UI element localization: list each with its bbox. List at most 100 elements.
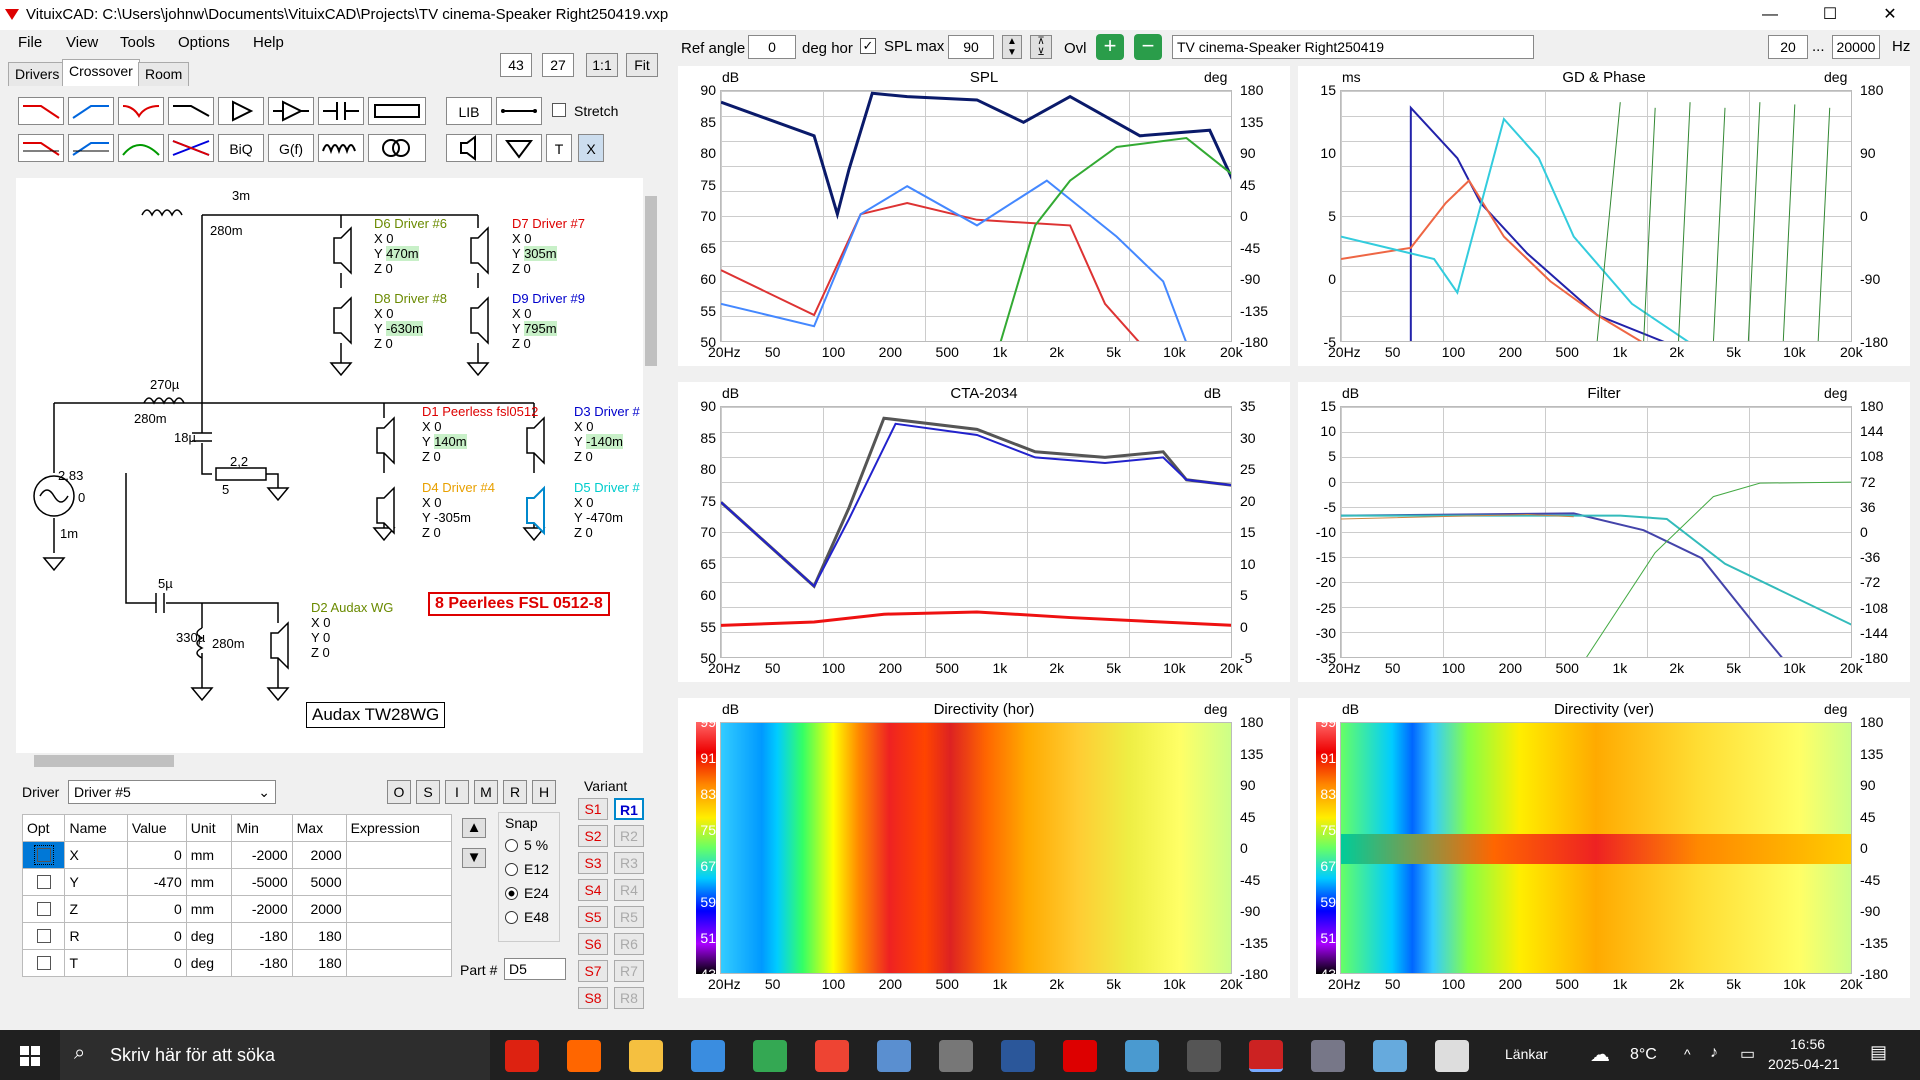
param-max[interactable]: 2000 xyxy=(291,895,347,923)
param-expr[interactable] xyxy=(345,895,453,923)
menu-options[interactable]: Options xyxy=(178,34,230,51)
capacitor-button[interactable] xyxy=(318,97,364,125)
buffer-button[interactable] xyxy=(218,97,264,125)
schematic-vscroll[interactable] xyxy=(643,178,659,748)
plot-spl[interactable]: SPL dB deg 90 85 80 75 70 65 60 55 50 180 135 90 45 0 -45… xyxy=(678,66,1290,366)
radio-button[interactable] xyxy=(505,838,518,852)
param-expr[interactable] xyxy=(345,922,453,950)
volume-icon[interactable]: ♪ xyxy=(1710,1044,1718,1062)
opt-checkbox[interactable] xyxy=(36,956,51,970)
photos-icon[interactable] xyxy=(1125,1040,1159,1072)
param-unit[interactable]: mm xyxy=(185,868,233,896)
param-unit[interactable]: deg xyxy=(185,949,233,977)
opt-checkbox[interactable] xyxy=(33,845,54,865)
overlay-remove-button[interactable]: − xyxy=(1134,34,1162,60)
param-value[interactable]: 0 xyxy=(126,949,187,977)
param-name[interactable]: Y xyxy=(64,868,128,896)
param-value[interactable]: 0 xyxy=(126,922,187,950)
opera-icon[interactable] xyxy=(505,1040,539,1072)
snap-option[interactable]: 5 % xyxy=(499,833,559,857)
variant-r-button[interactable]: R5 xyxy=(614,906,644,928)
opt-checkbox[interactable] xyxy=(36,929,51,943)
variant-s-button[interactable]: S4 xyxy=(578,879,608,901)
plot-area[interactable] xyxy=(1340,406,1852,658)
driver-d9-label[interactable]: D9 Driver #9 X 0 Y 795m Z 0 xyxy=(512,291,585,351)
driver-mode-button[interactable]: O xyxy=(387,780,411,804)
snap-option[interactable]: E24 xyxy=(499,881,559,905)
minimize-button[interactable]: — xyxy=(1740,0,1800,30)
highpass-2-button[interactable] xyxy=(68,134,114,162)
freq-min-input[interactable]: 20 xyxy=(1768,35,1808,59)
stretch-checkbox[interactable] xyxy=(552,103,566,117)
variant-s-button[interactable]: S5 xyxy=(578,906,608,928)
plot-area[interactable] xyxy=(1340,90,1852,342)
wire-button[interactable] xyxy=(496,97,542,125)
column-header[interactable]: Name xyxy=(64,814,128,842)
plot-filter[interactable]: Filter dB deg 15 10 5 0 -5 -10 -15 -20 -25 -30 -35 180… xyxy=(1298,382,1910,682)
driver-d7-label[interactable]: D7 Driver #7 X 0 Y 305m Z 0 xyxy=(512,216,585,276)
spl-max-input[interactable]: 90 xyxy=(948,35,994,59)
fit-button[interactable]: Fit xyxy=(626,53,658,77)
word-icon[interactable] xyxy=(1001,1040,1035,1072)
allpass-button[interactable] xyxy=(168,134,214,162)
spl-auto-button[interactable]: ⊼ ⊻ xyxy=(1030,35,1052,59)
param-name[interactable]: R xyxy=(64,922,128,950)
column-header[interactable]: Unit xyxy=(185,814,233,842)
battery-icon[interactable]: ▭ xyxy=(1740,1044,1755,1064)
menu-file[interactable]: File xyxy=(18,34,42,51)
param-min[interactable]: -180 xyxy=(231,922,293,950)
ground-button[interactable] xyxy=(496,134,542,162)
vituixcad-taskbar-icon[interactable] xyxy=(1249,1040,1283,1072)
plot-area[interactable] xyxy=(720,722,1232,974)
driver-mode-button[interactable]: I xyxy=(445,780,469,804)
param-value[interactable]: 0 xyxy=(126,895,187,923)
param-name[interactable]: X xyxy=(64,841,128,869)
shelf-button[interactable] xyxy=(168,97,214,125)
monitor-icon[interactable] xyxy=(1311,1040,1345,1072)
zoom-a[interactable]: 43 xyxy=(500,53,532,77)
lowpass-2-button[interactable] xyxy=(18,134,64,162)
param-value[interactable]: 0 xyxy=(126,841,187,869)
delete-button[interactable]: X xyxy=(578,134,604,162)
plot-cta[interactable]: CTA-2034 dB dB 90 85 80 75 70 65 60 55 50 35 30 25 20 15… xyxy=(678,382,1290,682)
param-max[interactable]: 180 xyxy=(291,949,347,977)
amp-button[interactable] xyxy=(268,97,314,125)
menu-help[interactable]: Help xyxy=(253,34,284,51)
table-row[interactable]: X 0 mm -2000 2000 xyxy=(21,841,453,869)
variant-s-button[interactable]: S2 xyxy=(578,825,608,847)
driver-button[interactable] xyxy=(446,134,492,162)
mail-icon[interactable] xyxy=(691,1040,725,1072)
param-unit[interactable]: deg xyxy=(185,922,233,950)
windows-start-icon[interactable] xyxy=(18,1044,42,1068)
variant-s-button[interactable]: S6 xyxy=(578,933,608,955)
project-name-input[interactable]: TV cinema-Speaker Right250419 xyxy=(1172,35,1534,59)
bandpass-button[interactable] xyxy=(118,134,164,162)
table-row[interactable]: T 0 deg -180 180 xyxy=(21,949,453,977)
variant-r-button[interactable]: R4 xyxy=(614,879,644,901)
note-peerless[interactable]: 8 Peerlees FSL 0512-8 xyxy=(428,592,610,616)
variant-r-button[interactable]: R1 xyxy=(614,798,644,820)
plot-dirv[interactable]: Directivity (ver) dB deg 99 91 83 75 67 59 51 43 18… xyxy=(1298,698,1910,998)
menu-tools[interactable]: Tools xyxy=(120,34,155,51)
driver-d5-label[interactable]: D5 Driver # X 0 Y -470m Z 0 xyxy=(574,480,643,540)
driver-d3-label[interactable]: D3 Driver # X 0 Y -140m Z 0 xyxy=(574,404,643,464)
zoom-b[interactable]: 27 xyxy=(542,53,574,77)
zoom-ratio-button[interactable]: 1:1 xyxy=(586,53,618,77)
remote-desktop-icon[interactable] xyxy=(877,1040,911,1072)
param-expr[interactable] xyxy=(345,841,453,869)
highpass-1-button[interactable] xyxy=(68,97,114,125)
driver-mode-button[interactable]: H xyxy=(532,780,556,804)
calculator-icon[interactable] xyxy=(939,1040,973,1072)
maximize-button[interactable]: ☐ xyxy=(1800,0,1860,30)
variant-s-button[interactable]: S7 xyxy=(578,960,608,982)
java-icon[interactable] xyxy=(1435,1040,1469,1072)
table-row[interactable]: R 0 deg -180 180 xyxy=(21,922,453,950)
param-min[interactable]: -180 xyxy=(231,949,293,977)
param-min[interactable]: -2000 xyxy=(231,895,293,923)
gf-button[interactable]: G(f) xyxy=(268,134,314,162)
part-input[interactable]: D5 xyxy=(504,958,566,980)
plot-area[interactable] xyxy=(720,90,1232,342)
tab-drivers[interactable]: Drivers xyxy=(8,62,67,86)
close-button[interactable]: ✕ xyxy=(1860,0,1920,30)
driver-mode-button[interactable]: M xyxy=(474,780,498,804)
